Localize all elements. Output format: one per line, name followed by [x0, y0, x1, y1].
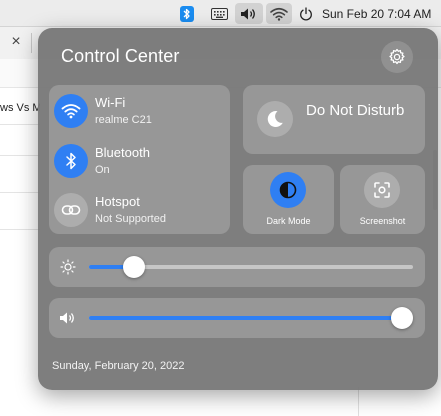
screenshot-tile[interactable]: Screenshot: [340, 165, 425, 234]
bluetooth-status: On: [95, 164, 110, 176]
volume-icon: [241, 8, 255, 19]
screenshot-label: Screenshot: [359, 216, 406, 226]
menubar-power-button[interactable]: [298, 0, 314, 27]
volume-slider[interactable]: [89, 307, 413, 329]
wifi-toggle[interactable]: Wi-Fi realme C21: [54, 92, 226, 130]
bluetooth-label: Bluetooth: [95, 145, 150, 160]
menubar-wifi-button[interactable]: [266, 3, 292, 24]
menubar-keyboard-button[interactable]: [209, 0, 229, 27]
link-icon: [61, 205, 81, 215]
screenshot-icon: [374, 182, 390, 198]
menubar-bluetooth-button[interactable]: [179, 0, 195, 27]
volume-slider-fill: [89, 316, 402, 320]
background-divider: [0, 155, 40, 156]
dnd-label: Do Not Disturb: [306, 102, 405, 119]
wifi-label: Wi-Fi: [95, 95, 126, 110]
wifi-button[interactable]: [54, 94, 88, 128]
control-center-panel: Control Center Wi-Fi realme C21 Bluetoot…: [38, 28, 438, 390]
background-divider: [0, 229, 40, 230]
sun-icon: [59, 258, 77, 276]
contrast-icon: [279, 181, 297, 199]
wifi-icon: [270, 7, 288, 21]
dark-mode-label: Dark Mode: [266, 216, 311, 226]
menubar-clock[interactable]: Sun Feb 20 7:04 AM: [322, 0, 436, 27]
background-divider: [0, 192, 40, 193]
moon-icon: [267, 111, 283, 128]
bluetooth-button[interactable]: [54, 144, 88, 178]
background-side-panel: [358, 387, 441, 416]
brightness-slider-handle[interactable]: [123, 256, 146, 278]
hotspot-label: Hotspot: [95, 194, 140, 209]
brightness-slider-tile: [49, 247, 425, 287]
menubar-volume-button[interactable]: [235, 3, 263, 24]
date-label: Sunday, February 20, 2022: [52, 360, 185, 372]
speaker-icon: [59, 309, 77, 327]
bluetooth-icon: [180, 5, 194, 22]
bluetooth-icon: [66, 152, 76, 170]
hotspot-status: Not Supported: [95, 213, 166, 225]
volume-slider-handle[interactable]: [390, 307, 413, 329]
wifi-icon: [61, 104, 81, 119]
tab-close-button[interactable]: ×: [8, 32, 24, 52]
tab-divider: [31, 33, 32, 53]
dnd-button[interactable]: [257, 101, 293, 137]
dark-mode-button[interactable]: [270, 172, 306, 208]
wifi-status: realme C21: [95, 114, 152, 126]
gear-icon: [389, 48, 405, 65]
volume-slider-tile: [49, 298, 425, 338]
brightness-slider[interactable]: [89, 256, 413, 278]
do-not-disturb-tile[interactable]: Do Not Disturb: [243, 85, 425, 154]
control-center-title: Control Center: [61, 46, 180, 66]
keyboard-icon: [210, 7, 228, 20]
bluetooth-toggle[interactable]: Bluetooth On: [54, 142, 226, 180]
background-divider: [0, 124, 40, 125]
power-icon: [300, 6, 312, 20]
dark-mode-tile[interactable]: Dark Mode: [243, 165, 334, 234]
network-tile: Wi-Fi realme C21 Bluetooth On Hotspot No…: [49, 85, 230, 234]
screenshot-button[interactable]: [364, 172, 400, 208]
hotspot-button[interactable]: [54, 193, 88, 227]
settings-button[interactable]: [381, 41, 413, 73]
menu-bar: Sun Feb 20 7:04 AM: [0, 0, 441, 27]
hotspot-toggle[interactable]: Hotspot Not Supported: [54, 191, 226, 229]
background-page-text: ws Vs M: [0, 102, 40, 114]
